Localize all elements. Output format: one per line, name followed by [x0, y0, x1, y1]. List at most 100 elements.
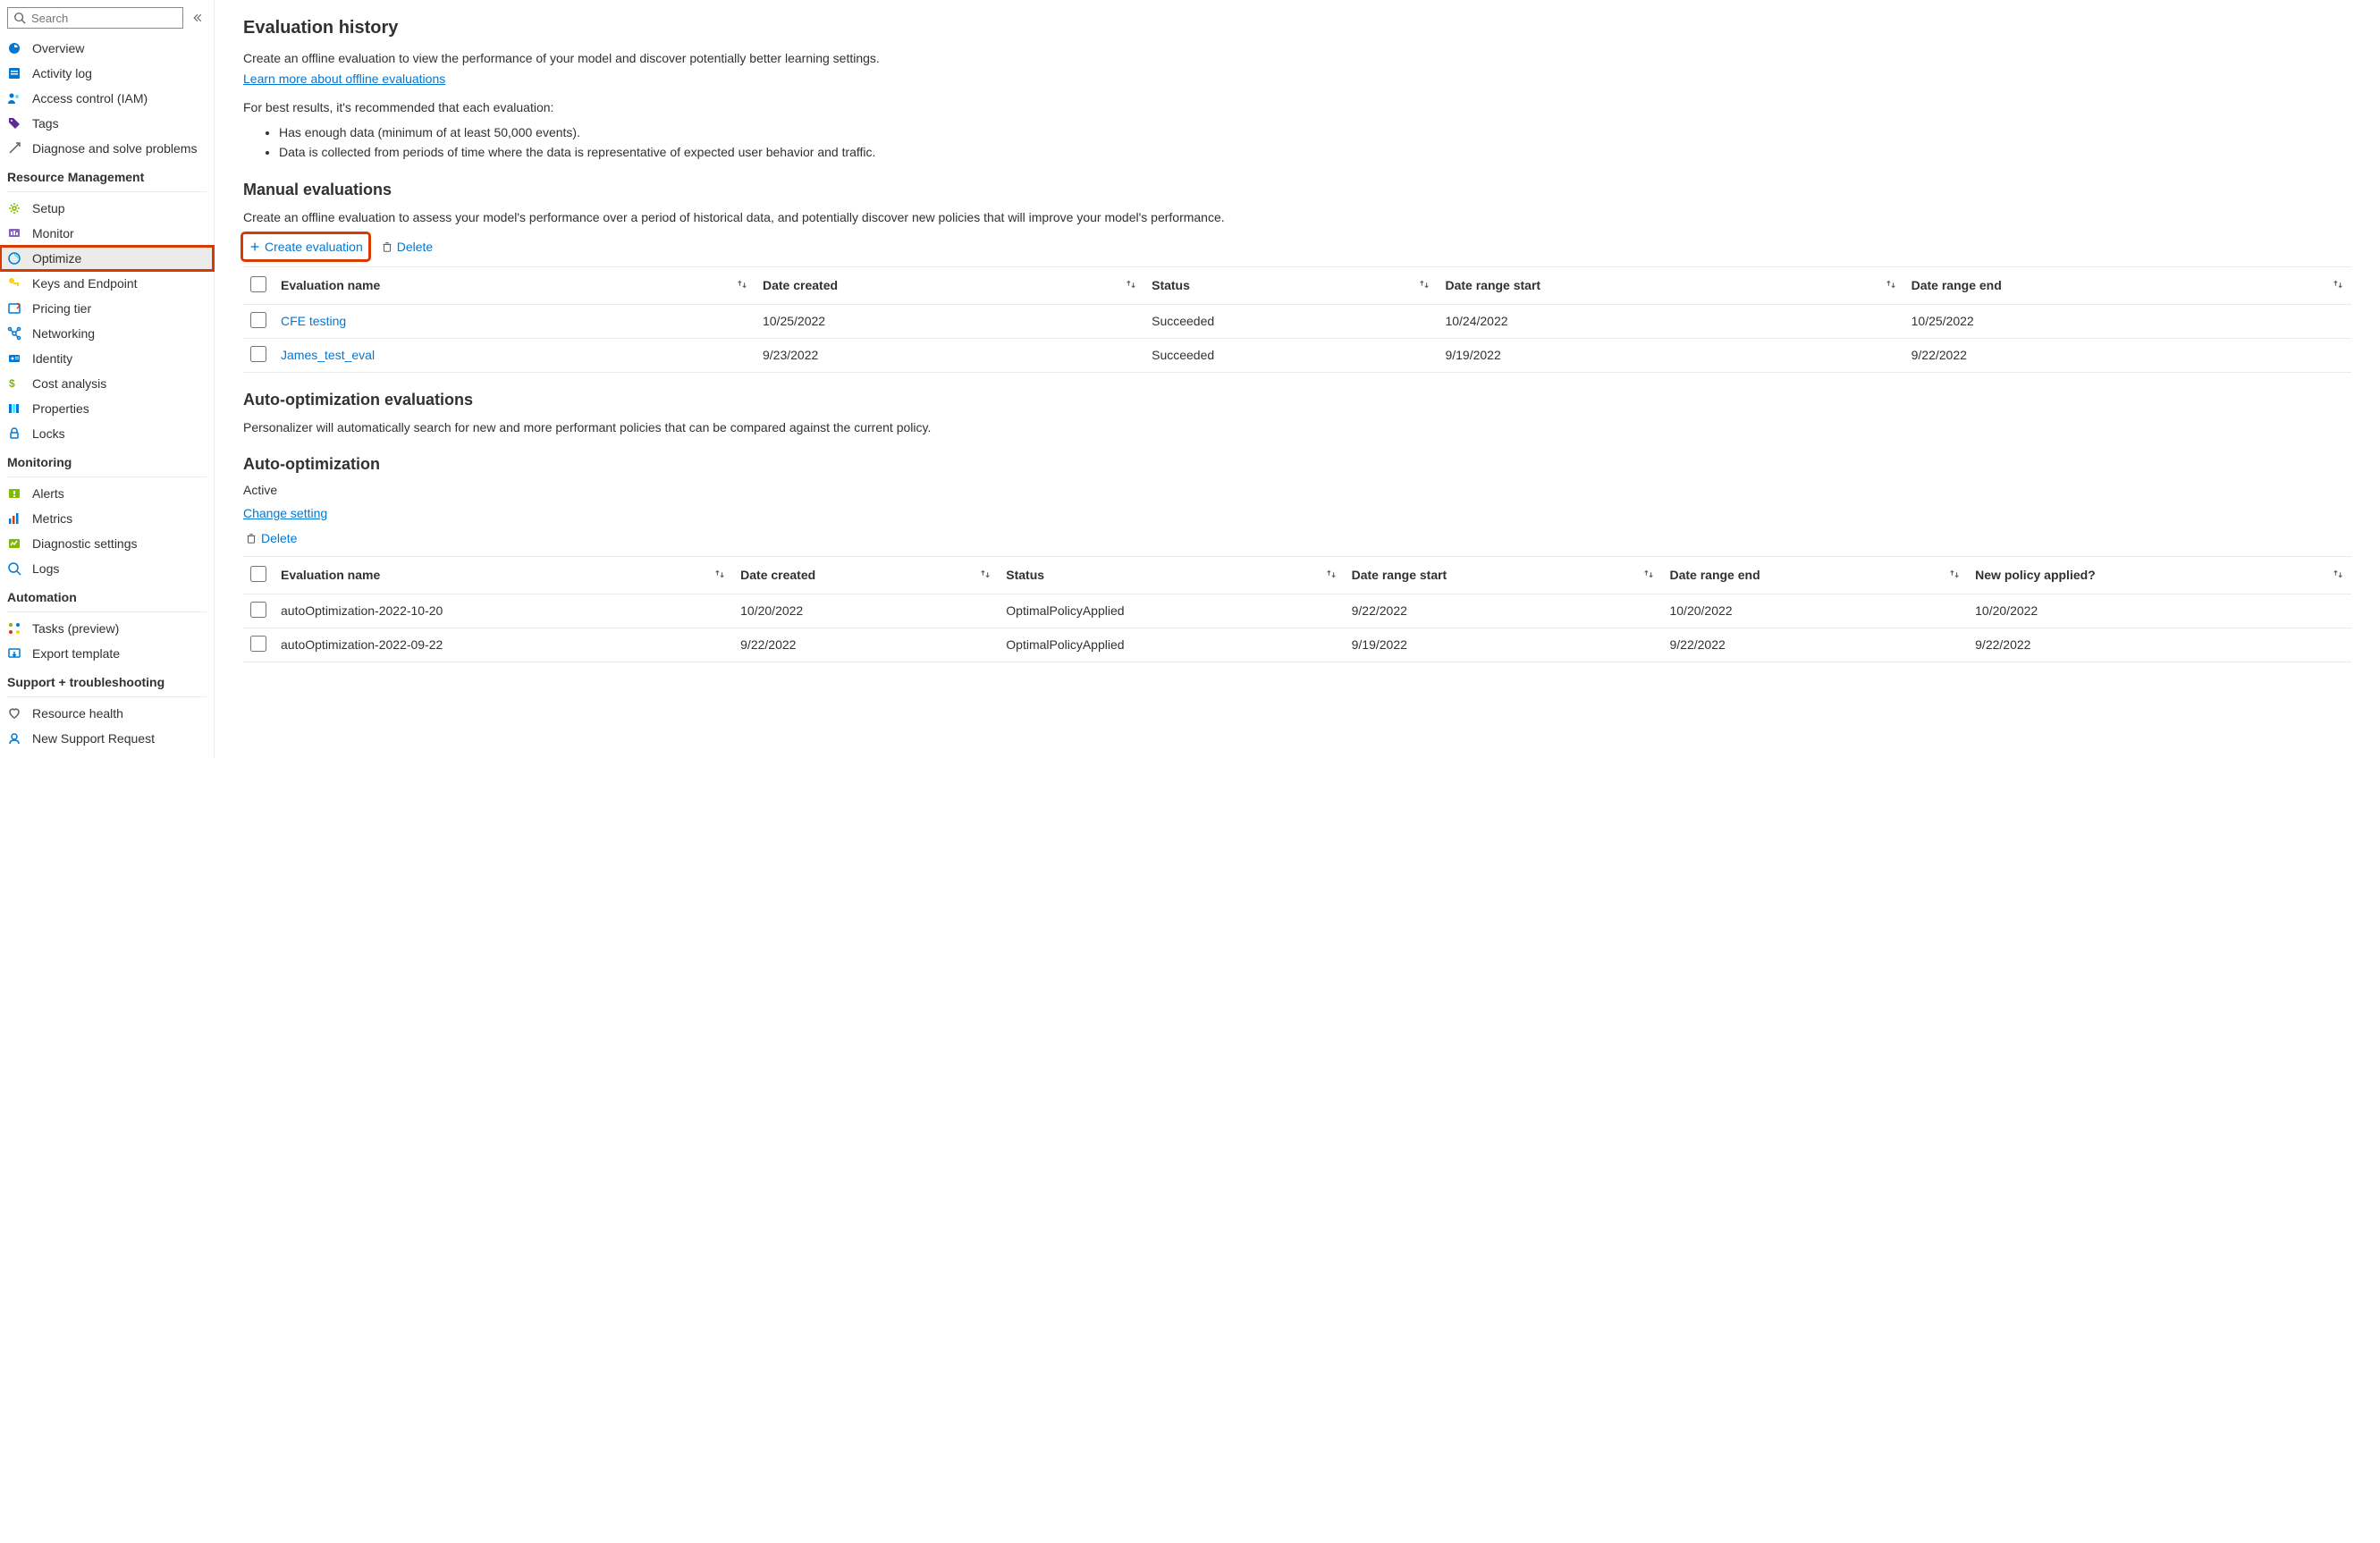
- cell: 9/22/2022: [1968, 628, 2351, 662]
- learn-more-link[interactable]: Learn more about offline evaluations: [243, 72, 445, 86]
- cell: OptimalPolicyApplied: [999, 594, 1344, 628]
- col-header[interactable]: Status: [999, 556, 1344, 594]
- sidebar-item-identity[interactable]: Identity: [0, 346, 214, 371]
- nav-label: Logs: [32, 561, 59, 576]
- activity-log-icon: [7, 66, 21, 80]
- sort-icon: [1885, 278, 1897, 293]
- section-header-resource-management: Resource Management: [0, 161, 214, 188]
- row-checkbox[interactable]: [250, 312, 266, 328]
- cell: 9/22/2022: [1345, 594, 1663, 628]
- sidebar-item-diagnostic-settings[interactable]: Diagnostic settings: [0, 531, 214, 556]
- sidebar-item-logs[interactable]: Logs: [0, 556, 214, 581]
- section-header-support: Support + troubleshooting: [0, 666, 214, 693]
- table-row[interactable]: James_test_eval 9/23/2022 Succeeded 9/19…: [243, 338, 2351, 372]
- key-icon: [7, 276, 21, 291]
- sidebar-item-setup[interactable]: Setup: [0, 196, 214, 221]
- sidebar-item-pricing-tier[interactable]: Pricing tier: [0, 296, 214, 321]
- manual-desc: Create an offline evaluation to assess y…: [243, 208, 2351, 227]
- sort-icon: [1325, 568, 1338, 583]
- evaluation-link[interactable]: James_test_eval: [281, 348, 375, 362]
- sidebar-item-activity-log[interactable]: Activity log: [0, 61, 214, 86]
- sidebar-item-alerts[interactable]: Alerts: [0, 481, 214, 506]
- col-header[interactable]: Date range start: [1345, 556, 1663, 594]
- intro-text: Create an offline evaluation to view the…: [243, 49, 2351, 68]
- support-icon: [7, 731, 21, 746]
- search-input-wrap[interactable]: [7, 7, 183, 29]
- sidebar-item-metrics[interactable]: Metrics: [0, 506, 214, 531]
- sidebar-item-tasks[interactable]: Tasks (preview): [0, 616, 214, 641]
- cell: 9/22/2022: [733, 628, 999, 662]
- cell: 9/22/2022: [1904, 338, 2351, 372]
- row-checkbox[interactable]: [250, 636, 266, 652]
- sidebar-item-resource-health[interactable]: Resource health: [0, 701, 214, 726]
- trash-icon: [245, 532, 257, 544]
- tasks-icon: [7, 621, 21, 636]
- rec-item: Has enough data (minimum of at least 50,…: [279, 122, 2351, 142]
- nav-label: Tasks (preview): [32, 621, 119, 636]
- row-checkbox[interactable]: [250, 346, 266, 362]
- cell: 10/25/2022: [1904, 304, 2351, 338]
- sidebar-item-tags[interactable]: Tags: [0, 111, 214, 136]
- sort-icon: [1642, 568, 1655, 583]
- pricing-icon: [7, 301, 21, 316]
- evaluation-link[interactable]: CFE testing: [281, 314, 346, 328]
- svg-text:$: $: [9, 377, 15, 390]
- col-header[interactable]: Status: [1144, 266, 1438, 304]
- cell: 10/20/2022: [1662, 594, 1968, 628]
- col-header[interactable]: Date range end: [1662, 556, 1968, 594]
- row-checkbox[interactable]: [250, 602, 266, 618]
- collapse-sidebar-button[interactable]: [189, 9, 207, 27]
- nav-label: Diagnostic settings: [32, 536, 138, 551]
- table-row[interactable]: autoOptimization-2022-09-22 9/22/2022 Op…: [243, 628, 2351, 662]
- sort-icon: [1125, 278, 1137, 293]
- sidebar-item-keys-endpoint[interactable]: Keys and Endpoint: [0, 271, 214, 296]
- divider: [7, 611, 207, 612]
- nav-label: Networking: [32, 326, 95, 341]
- col-header[interactable]: New policy applied?: [1968, 556, 2351, 594]
- sidebar-item-optimize[interactable]: Optimize: [0, 246, 214, 271]
- table-row[interactable]: CFE testing 10/25/2022 Succeeded 10/24/2…: [243, 304, 2351, 338]
- cell: 10/24/2022: [1438, 304, 1903, 338]
- sort-icon: [2332, 278, 2344, 293]
- nav-label: Diagnose and solve problems: [32, 141, 197, 156]
- sidebar-item-locks[interactable]: Locks: [0, 421, 214, 446]
- auto-opt-status: Active: [243, 483, 2351, 497]
- table-row[interactable]: autoOptimization-2022-10-20 10/20/2022 O…: [243, 594, 2351, 628]
- button-label: Create evaluation: [265, 240, 363, 254]
- divider: [7, 476, 207, 477]
- gear-icon: [7, 201, 21, 215]
- nav-label: Pricing tier: [32, 301, 91, 316]
- sidebar-item-new-support-request[interactable]: New Support Request: [0, 726, 214, 751]
- col-header[interactable]: Date created: [755, 266, 1144, 304]
- cell: 9/22/2022: [1662, 628, 1968, 662]
- select-all-checkbox[interactable]: [250, 276, 266, 292]
- change-setting-link[interactable]: Change setting: [243, 506, 327, 520]
- delete-evaluation-button[interactable]: Delete: [379, 236, 435, 257]
- cost-icon: $: [7, 376, 21, 391]
- sidebar-item-networking[interactable]: Networking: [0, 321, 214, 346]
- col-header[interactable]: Date range start: [1438, 266, 1903, 304]
- divider: [7, 696, 207, 697]
- identity-icon: [7, 351, 21, 366]
- delete-auto-opt-button[interactable]: Delete: [243, 527, 299, 549]
- nav-label: Identity: [32, 351, 72, 366]
- sidebar-item-monitor[interactable]: Monitor: [0, 221, 214, 246]
- col-header[interactable]: Date created: [733, 556, 999, 594]
- search-input[interactable]: [31, 12, 177, 25]
- sidebar-item-access-control[interactable]: Access control (IAM): [0, 86, 214, 111]
- col-header[interactable]: Evaluation name: [274, 556, 733, 594]
- cell: OptimalPolicyApplied: [999, 628, 1344, 662]
- col-header[interactable]: Evaluation name: [274, 266, 755, 304]
- cell: Succeeded: [1144, 338, 1438, 372]
- section-header-monitoring: Monitoring: [0, 446, 214, 473]
- sidebar-item-properties[interactable]: Properties: [0, 396, 214, 421]
- col-header[interactable]: Date range end: [1904, 266, 2351, 304]
- sidebar-item-export-template[interactable]: Export template: [0, 641, 214, 666]
- nav-label: Cost analysis: [32, 376, 106, 391]
- cell: 9/23/2022: [755, 338, 1144, 372]
- select-all-checkbox[interactable]: [250, 566, 266, 582]
- sidebar-item-diagnose[interactable]: Diagnose and solve problems: [0, 136, 214, 161]
- sidebar-item-overview[interactable]: Overview: [0, 36, 214, 61]
- sidebar-item-cost-analysis[interactable]: $ Cost analysis: [0, 371, 214, 396]
- create-evaluation-button[interactable]: Create evaluation: [247, 236, 365, 257]
